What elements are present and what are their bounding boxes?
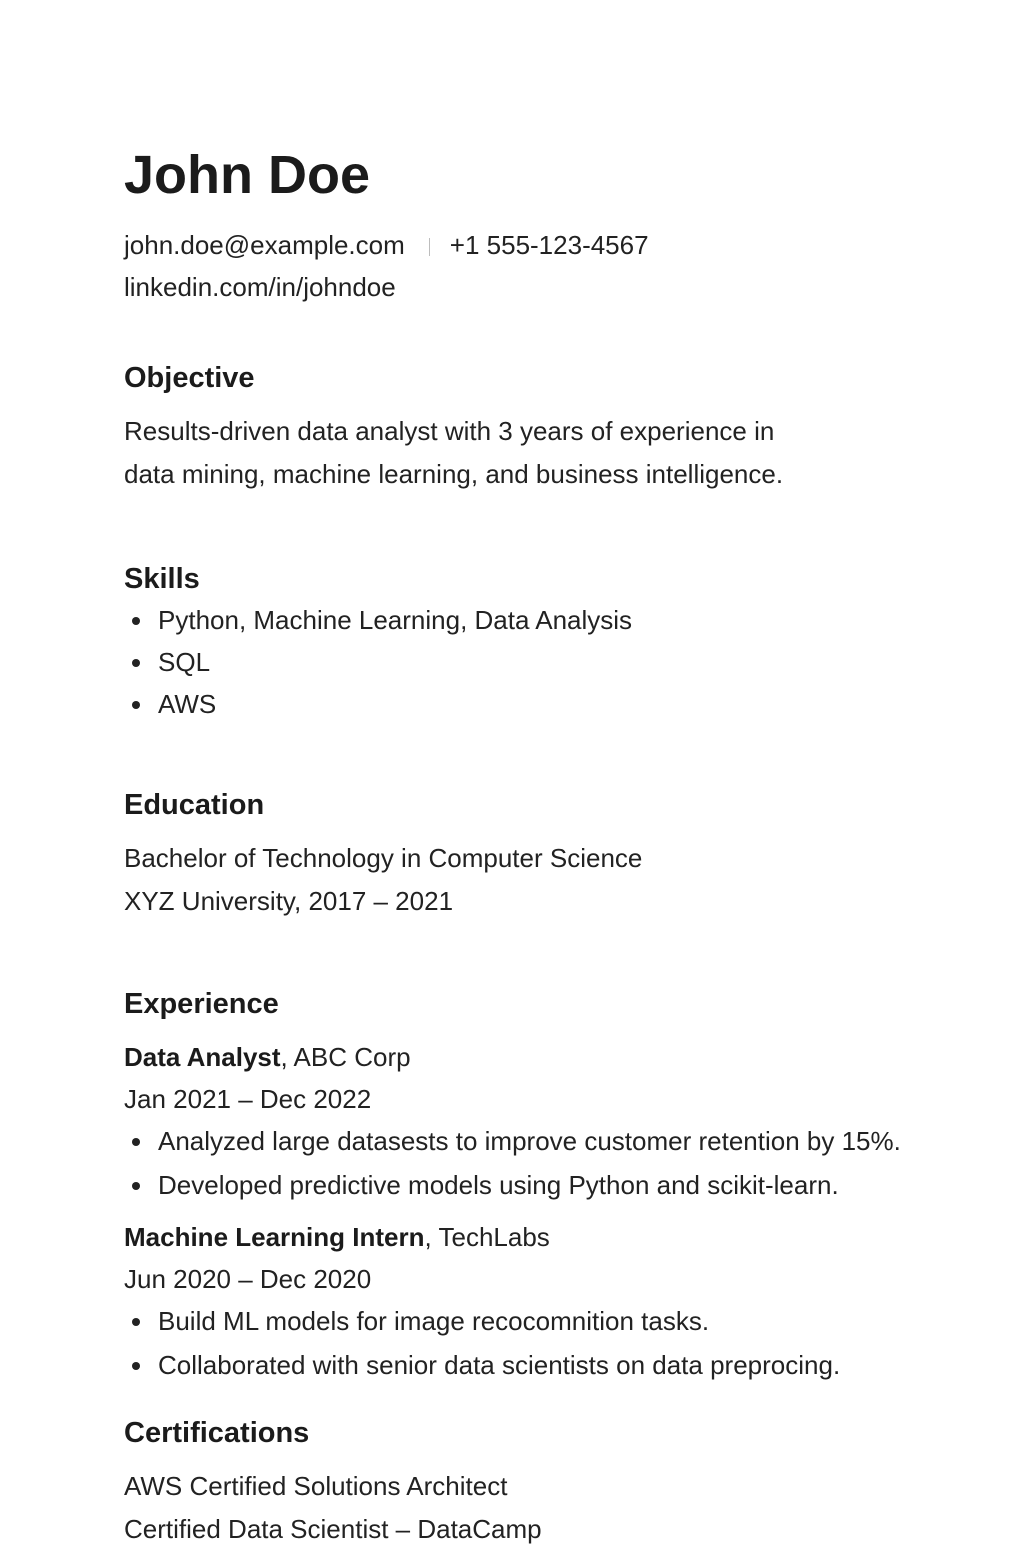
job-entry: Data Analyst, ABC Corp Jan 2021 – Dec 20…: [124, 1036, 924, 1206]
education-details: Bachelor of Technology in Computer Scien…: [124, 837, 924, 922]
email-text: john.doe@example.com: [124, 230, 405, 260]
section-experience: Experience Data Analyst, ABC Corp Jan 20…: [124, 984, 924, 1386]
job-bullet: Collaborated with senior data scientists…: [124, 1344, 924, 1386]
skill-item: SQL: [124, 641, 924, 683]
skills-list: Python, Machine Learning, Data Analysis …: [124, 599, 924, 725]
job-heading: Data Analyst, ABC Corp: [124, 1036, 924, 1078]
job-dates: Jan 2021 – Dec 2022: [124, 1078, 924, 1120]
job-role: Machine Learning Intern: [124, 1222, 425, 1252]
contact-separator: [429, 238, 430, 256]
section-title-certifications: Certifications: [124, 1413, 924, 1453]
contact-info: john.doe@example.com +1 555-123-4567 link…: [124, 224, 924, 308]
education-degree: Bachelor of Technology in Computer Scien…: [124, 837, 924, 880]
job-dates: Jun 2020 – Dec 2020: [124, 1258, 924, 1300]
section-title-experience: Experience: [124, 984, 924, 1024]
education-school: XYZ University, 2017 – 2021: [124, 880, 924, 923]
job-entry: Machine Learning Intern, TechLabs Jun 20…: [124, 1216, 924, 1386]
resume-name: John Doe: [124, 140, 924, 210]
job-role: Data Analyst: [124, 1042, 281, 1072]
certification-item: AWS Certified Solutions Architect: [124, 1465, 924, 1508]
resume: John Doe john.doe@example.com +1 555-123-…: [124, 140, 924, 1550]
section-title-skills: Skills: [124, 559, 924, 599]
objective-line-1: Results-driven data analyst with 3 years…: [124, 410, 924, 453]
job-bullet: Build ML models for image recocomnition …: [124, 1300, 924, 1342]
job-bullets: Build ML models for image recocomnition …: [124, 1300, 924, 1386]
skill-item: Python, Machine Learning, Data Analysis: [124, 599, 924, 641]
job-bullet: Developed predictive models using Python…: [124, 1164, 924, 1206]
section-certifications: Certifications AWS Certified Solutions A…: [124, 1413, 924, 1550]
section-education: Education Bachelor of Technology in Comp…: [124, 785, 924, 922]
section-title-objective: Objective: [124, 358, 924, 398]
certifications-list: AWS Certified Solutions Architect Certif…: [124, 1465, 924, 1550]
job-bullets: Analyzed large datasests to improve cust…: [124, 1120, 924, 1206]
section-objective: Objective Results-driven data analyst wi…: [124, 358, 924, 495]
certification-item: Certified Data Scientist – DataCamp: [124, 1508, 924, 1550]
section-title-education: Education: [124, 785, 924, 825]
contact-line-1: john.doe@example.com +1 555-123-4567: [124, 224, 924, 266]
objective-line-2: data mining, machine learning, and busin…: [124, 453, 924, 496]
section-skills: Skills Python, Machine Learning, Data An…: [124, 559, 924, 725]
job-company: , ABC Corp: [281, 1042, 411, 1072]
linkedin-text: linkedin.com/in/johndoe: [124, 266, 924, 308]
phone-text: +1 555-123-4567: [450, 230, 649, 260]
objective-text: Results-driven data analyst with 3 years…: [124, 410, 924, 495]
job-company: , TechLabs: [425, 1222, 550, 1252]
job-heading: Machine Learning Intern, TechLabs: [124, 1216, 924, 1258]
job-bullet: Analyzed large datasests to improve cust…: [124, 1120, 924, 1162]
skill-item: AWS: [124, 683, 924, 725]
